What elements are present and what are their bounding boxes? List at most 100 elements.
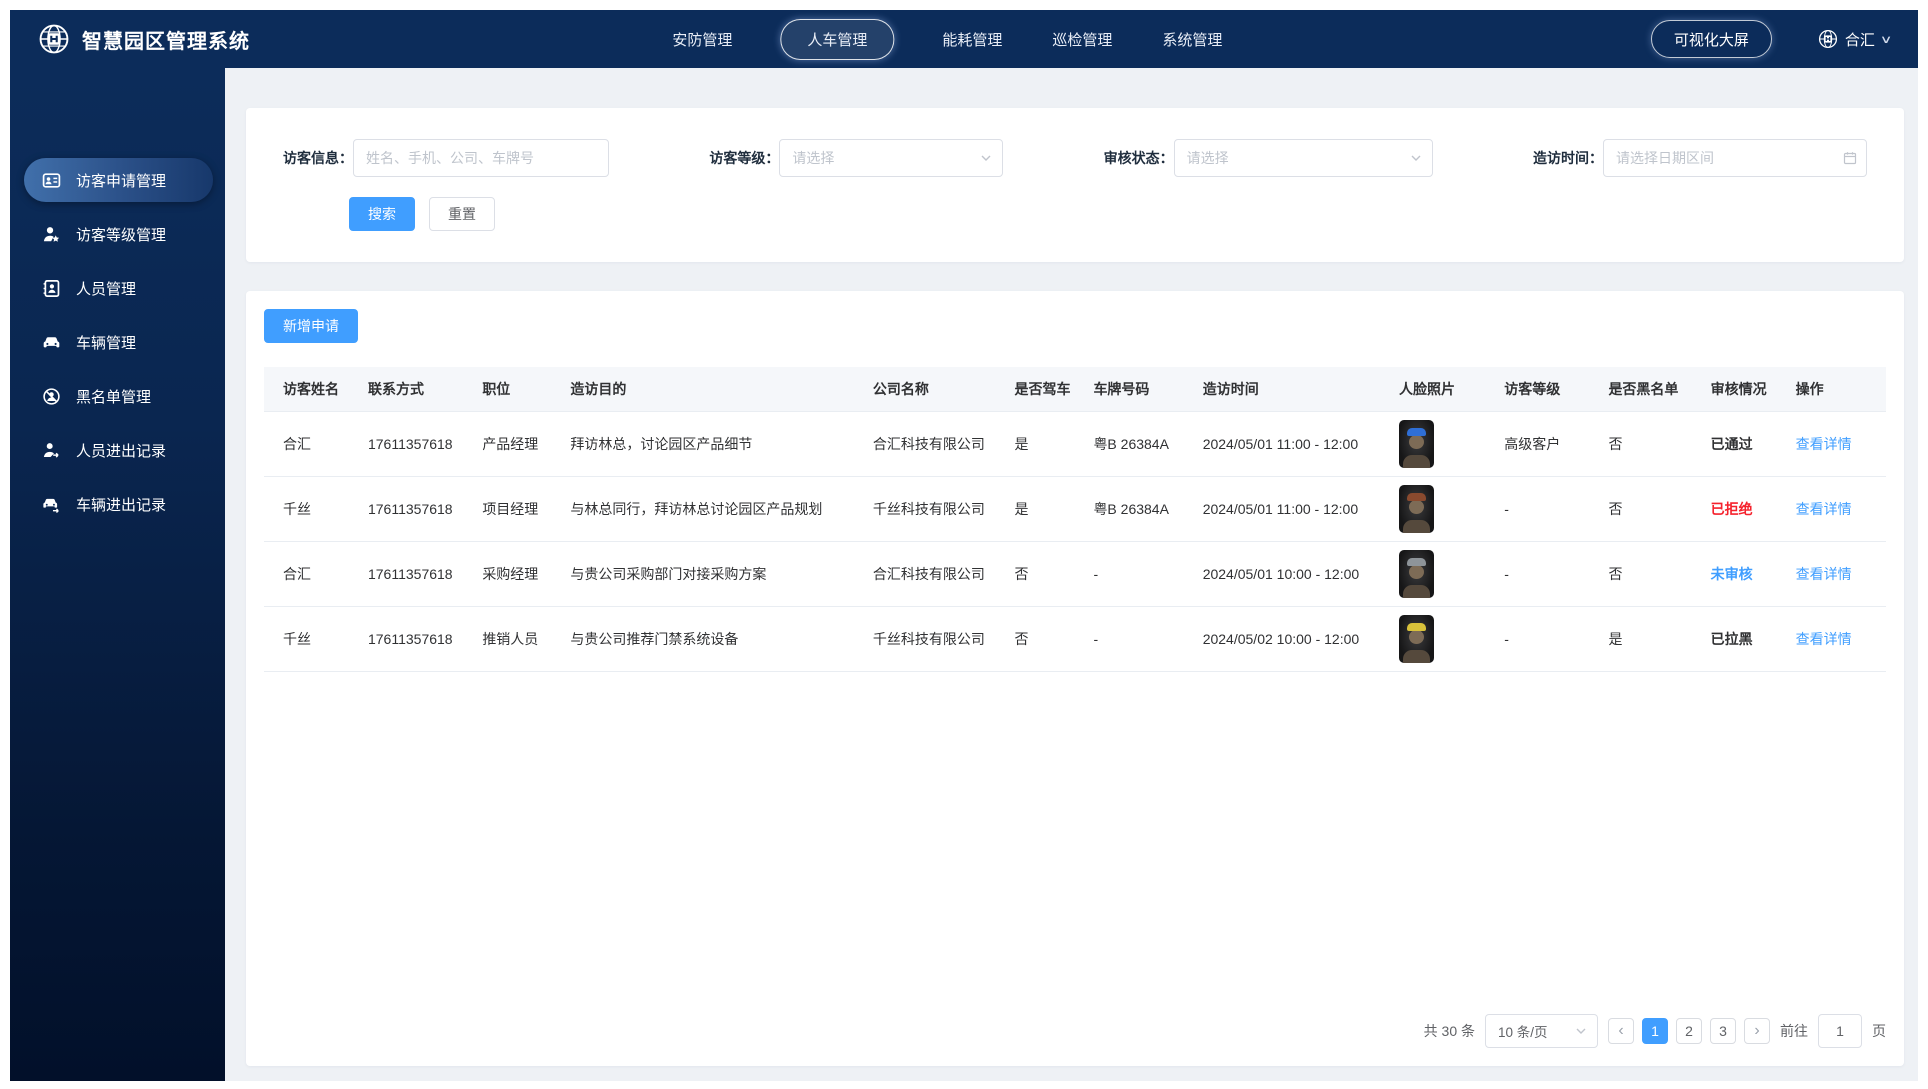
view-details-link[interactable]: 查看详情 [1796, 566, 1852, 582]
face-photo [1399, 419, 1434, 468]
filter-visit-time: 造访时间： 请选择日期区间 [1533, 139, 1867, 177]
cell-status: 未审核 [1691, 541, 1777, 607]
filter-visitor-level: 访客等级： 请选择 [709, 139, 1004, 177]
pagination-page-1[interactable]: 1 [1642, 1018, 1668, 1044]
filter-row: 访客信息： 访客等级： 请选择 审核状态： 请选择 [283, 139, 1867, 177]
cell-name: 千丝 [264, 476, 349, 542]
review-status-select[interactable]: 请选择 [1173, 139, 1433, 177]
app-logo-icon [38, 23, 70, 55]
nav-tab-4[interactable]: 巡检管理 [1050, 20, 1114, 59]
pager: ‹ 1 2 3 › [1608, 1018, 1770, 1044]
sidebar-item-label: 车辆进出记录 [76, 496, 167, 514]
view-details-link[interactable]: 查看详情 [1796, 631, 1852, 647]
visit-time-label: 造访时间： [1532, 150, 1603, 166]
sidebar-item[interactable]: 黑名单管理 [24, 374, 213, 418]
column-header: 是否驾车 [995, 367, 1075, 411]
cell-level: - [1485, 606, 1590, 672]
column-header: 造访目的 [551, 367, 854, 411]
page-unit-label: 页 [1872, 1023, 1886, 1039]
column-header: 人脸照片 [1380, 367, 1486, 411]
column-header: 造访时间 [1183, 367, 1380, 411]
column-header: 车牌号码 [1074, 367, 1184, 411]
pagination-page-2[interactable]: 2 [1676, 1018, 1702, 1044]
cell-drive: 否 [995, 606, 1075, 672]
filter-card: 访客信息： 访客等级： 请选择 审核状态： 请选择 [246, 108, 1904, 262]
cell-time: 2024/05/01 10:00 - 12:00 [1183, 541, 1380, 607]
goto-page-input[interactable] [1818, 1014, 1862, 1048]
big-screen-button[interactable]: 可视化大屏 [1650, 20, 1772, 58]
nav-tab-5[interactable]: 系统管理 [1160, 20, 1224, 59]
cell-purpose: 与林总同行，拜访林总讨论园区产品规划 [551, 476, 854, 542]
cell-phone: 17611357618 [348, 476, 464, 542]
nav-tab-2[interactable]: 人车管理 [780, 18, 895, 60]
cell-photo [1380, 541, 1486, 607]
review-status-text: 已通过 [1710, 435, 1753, 452]
cell-blacklist: 否 [1589, 410, 1692, 477]
sidebar-item[interactable]: 人员进出记录 [24, 428, 213, 472]
nav-tab-3[interactable]: 能耗管理 [940, 20, 1004, 59]
column-header: 公司名称 [853, 367, 996, 411]
visitor-info-label: 访客信息： [283, 150, 353, 166]
table-row: 千丝 17611357618 推销人员 与贵公司推荐门禁系统设备 千丝科技有限公司否 -2… [264, 606, 1886, 672]
add-application-button[interactable]: 新增申请 [264, 309, 358, 343]
face-photo [1399, 549, 1434, 598]
reset-button[interactable]: 重置 [429, 197, 495, 231]
chevron-down-icon [1409, 151, 1423, 165]
nav-tab-1[interactable]: 安防管理 [670, 20, 734, 59]
pagination-page-3[interactable]: 3 [1710, 1018, 1736, 1044]
cell-name: 合汇 [264, 410, 349, 477]
visitor-info-input[interactable] [353, 139, 609, 177]
sidebar-item-label: 黑名单管理 [76, 388, 152, 406]
cell-drive: 是 [995, 410, 1075, 477]
navbar-right: 可视化大屏 合汇 ∨ [1650, 20, 1892, 58]
app-title: 智慧园区管理系统 [82, 30, 250, 53]
cell-level: 高级客户 [1485, 410, 1590, 477]
cell-action: 查看详情 [1776, 410, 1886, 477]
column-header: 操作 [1776, 367, 1886, 411]
view-details-link[interactable]: 查看详情 [1796, 436, 1852, 452]
cell-photo [1380, 476, 1486, 542]
visitor-level-select[interactable]: 请选择 [779, 139, 1004, 177]
sidebar-item[interactable]: 人员管理 [24, 266, 213, 310]
search-button[interactable]: 搜索 [349, 197, 415, 231]
user-avatar-icon [1818, 29, 1838, 49]
pagination-next-button[interactable]: › [1744, 1018, 1770, 1044]
cell-purpose: 拜访林总，讨论园区产品细节 [551, 410, 854, 477]
sidebar: 访客申请管理 访客等级管理 人员管理车辆管理黑名单管理人员进出记录车辆进出记录 [10, 68, 225, 1081]
person-record-icon [42, 441, 61, 460]
personnel-icon [42, 279, 61, 298]
vehicle-record-icon [42, 495, 61, 514]
cell-drive: 是 [995, 476, 1075, 542]
view-details-link[interactable]: 查看详情 [1796, 501, 1852, 517]
page-size-select[interactable]: 10 条/页 [1485, 1014, 1598, 1048]
sidebar-item-label: 车辆管理 [76, 334, 137, 352]
cell-level: - [1485, 476, 1590, 542]
cell-plate: - [1074, 541, 1184, 607]
visit-time-range-picker[interactable]: 请选择日期区间 [1602, 139, 1867, 177]
pagination-prev-button[interactable]: ‹ [1608, 1018, 1634, 1044]
cell-purpose: 与贵公司推荐门禁系统设备 [551, 606, 854, 672]
user-name: 合汇 [1844, 31, 1875, 49]
brand: 智慧园区管理系统 [38, 23, 250, 55]
sidebar-item[interactable]: 访客申请管理 [24, 158, 213, 202]
cell-photo [1380, 410, 1486, 477]
column-header: 职位 [463, 367, 552, 411]
vehicle-icon [42, 333, 61, 352]
visitor-level-label: 访客等级： [709, 150, 780, 166]
column-header: 联系方式 [348, 367, 464, 411]
sidebar-item[interactable]: 车辆管理 [24, 320, 213, 364]
column-header: 是否黑名单 [1589, 367, 1692, 411]
sidebar-item[interactable]: 访客等级管理 [24, 212, 213, 256]
cell-plate: - [1074, 606, 1184, 672]
table-row: 合汇 17611357618 采购经理 与贵公司采购部门对接采购方案 合汇科技有限公司否… [264, 541, 1886, 607]
table-card: 新增申请 访客姓名 联系方式 职位 造访目的 公司名称 是否驾车 车牌号码 造访时间 人脸照片访… [246, 291, 1904, 1066]
review-status-placeholder: 请选择 [1186, 150, 1229, 166]
sidebar-item[interactable]: 车辆进出记录 [24, 482, 213, 526]
review-status-text: 未审核 [1710, 565, 1753, 582]
table-row: 千丝 17611357618 项目经理 与林总同行，拜访林总讨论园区产品规划 千丝科技有… [264, 476, 1886, 542]
cell-blacklist: 否 [1589, 541, 1692, 607]
cell-drive: 否 [995, 541, 1075, 607]
cell-status: 已通过 [1691, 410, 1777, 477]
user-menu[interactable]: 合汇 ∨ [1818, 29, 1892, 50]
cell-level: - [1485, 541, 1590, 607]
